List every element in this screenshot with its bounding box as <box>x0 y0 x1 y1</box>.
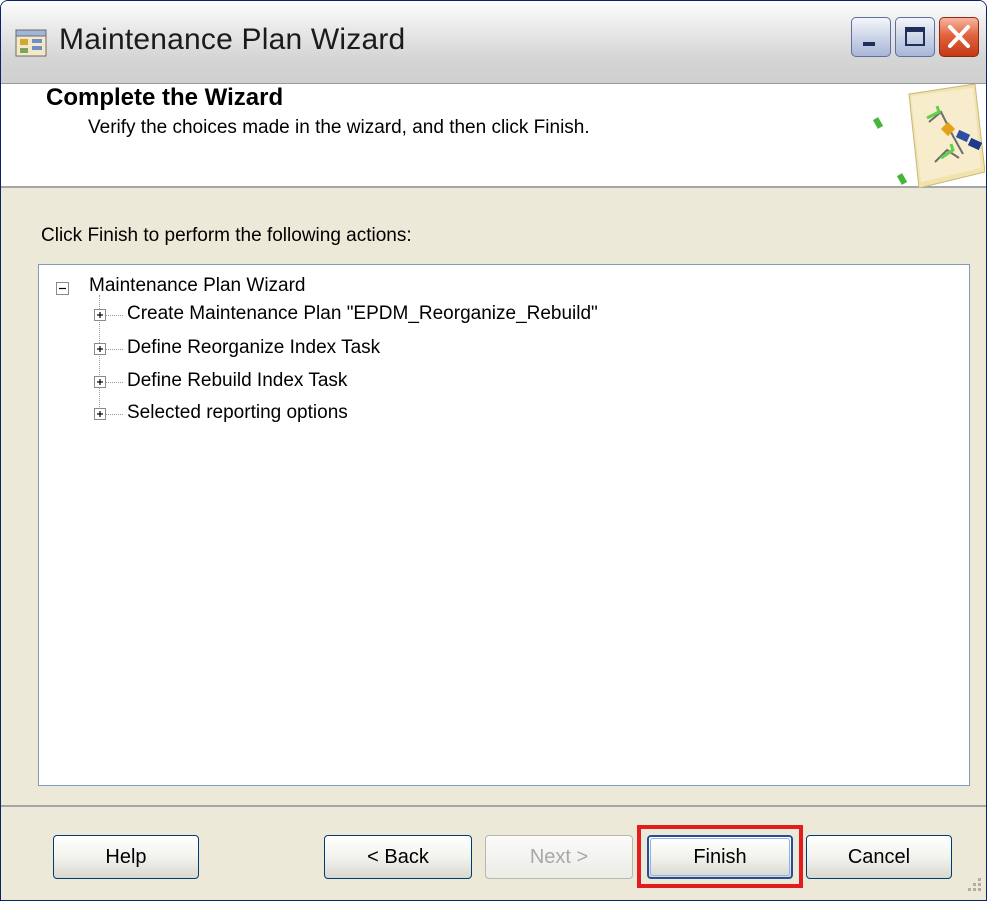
wizard-banner-icon <box>872 84 985 188</box>
maximize-icon <box>905 27 925 46</box>
tree-connector <box>106 414 123 415</box>
back-button[interactable]: < Back <box>324 835 472 879</box>
close-icon <box>948 25 970 48</box>
tree-item-label[interactable]: Define Rebuild Index Task <box>127 370 347 392</box>
help-button[interactable]: Help <box>53 835 199 879</box>
minimize-icon <box>863 42 875 46</box>
close-button[interactable] <box>939 17 979 57</box>
wizard-window: Maintenance Plan Wizard Complete the Wiz… <box>0 0 987 901</box>
expand-icon[interactable] <box>94 408 106 420</box>
cancel-button[interactable]: Cancel <box>806 835 952 879</box>
tree-item-label[interactable]: Define Reorganize Index Task <box>127 337 380 359</box>
resize-grip-icon[interactable] <box>961 873 983 895</box>
collapse-icon[interactable] <box>56 282 69 295</box>
tree-item-label[interactable]: Selected reporting options <box>127 402 348 424</box>
maximize-button[interactable] <box>895 17 935 57</box>
footer-divider <box>1 805 986 807</box>
tree-item-label[interactable]: Create Maintenance Plan "EPDM_Reorganize… <box>127 303 598 325</box>
expand-icon[interactable] <box>94 309 106 321</box>
window-title: Maintenance Plan Wizard <box>59 23 406 56</box>
maintenance-plan-app-icon <box>15 29 47 57</box>
page-title: Complete the Wizard <box>46 84 284 111</box>
finish-highlight-annotation <box>637 825 803 888</box>
actions-tree[interactable]: Maintenance Plan Wizard Create Maintenan… <box>38 264 970 786</box>
next-button[interactable]: Next > <box>485 835 633 879</box>
minimize-button[interactable] <box>851 17 891 57</box>
tree-connector <box>106 315 123 316</box>
tree-root-label[interactable]: Maintenance Plan Wizard <box>89 275 306 297</box>
title-bar[interactable]: Maintenance Plan Wizard <box>1 1 986 84</box>
tree-connector <box>106 349 123 350</box>
tree-connector <box>106 382 123 383</box>
page-subtitle: Verify the choices made in the wizard, a… <box>88 117 590 138</box>
wizard-header: Complete the Wizard Verify the choices m… <box>1 84 986 188</box>
instructions-label: Click Finish to perform the following ac… <box>41 225 412 246</box>
expand-icon[interactable] <box>94 343 106 355</box>
expand-icon[interactable] <box>94 376 106 388</box>
